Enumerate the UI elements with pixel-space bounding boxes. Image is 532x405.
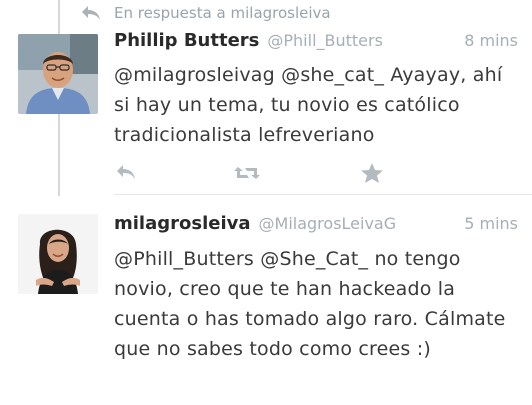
tweet-header: Phillip Butters @Phill_Butters 8 mins xyxy=(114,30,518,56)
thread-line-middle xyxy=(58,114,60,196)
timestamp: 5 mins xyxy=(464,214,518,233)
user-handle[interactable]: @Phill_Butters xyxy=(267,31,383,50)
reply-icon[interactable] xyxy=(114,162,138,186)
reply-context[interactable]: En respuesta a milagrosleiva xyxy=(80,2,331,24)
star-icon[interactable] xyxy=(360,162,384,188)
tweet-actions xyxy=(114,162,414,186)
user-handle[interactable]: @MilagrosLeivaG xyxy=(259,214,397,233)
avatar[interactable] xyxy=(18,214,98,294)
reply-context-text: En respuesta a milagrosleiva xyxy=(114,4,331,22)
tweet-divider xyxy=(114,194,532,195)
timestamp: 8 mins xyxy=(464,31,518,50)
reply-arrow-icon xyxy=(80,4,102,22)
thread-line-top xyxy=(58,0,60,36)
avatar[interactable] xyxy=(18,34,98,114)
tweet-text: @milagrosleivag @she_cat_ Ayayay, ahí si… xyxy=(114,64,503,146)
retweet-icon[interactable] xyxy=(232,162,262,188)
display-name[interactable]: Phillip Butters xyxy=(114,30,259,51)
display-name[interactable]: milagrosleiva xyxy=(114,213,251,234)
tweet-text: @Phill_Butters @She_Cat_ no tengo novio,… xyxy=(114,248,506,360)
tweet-header: milagrosleiva @MilagrosLeivaG 5 mins xyxy=(114,213,518,239)
